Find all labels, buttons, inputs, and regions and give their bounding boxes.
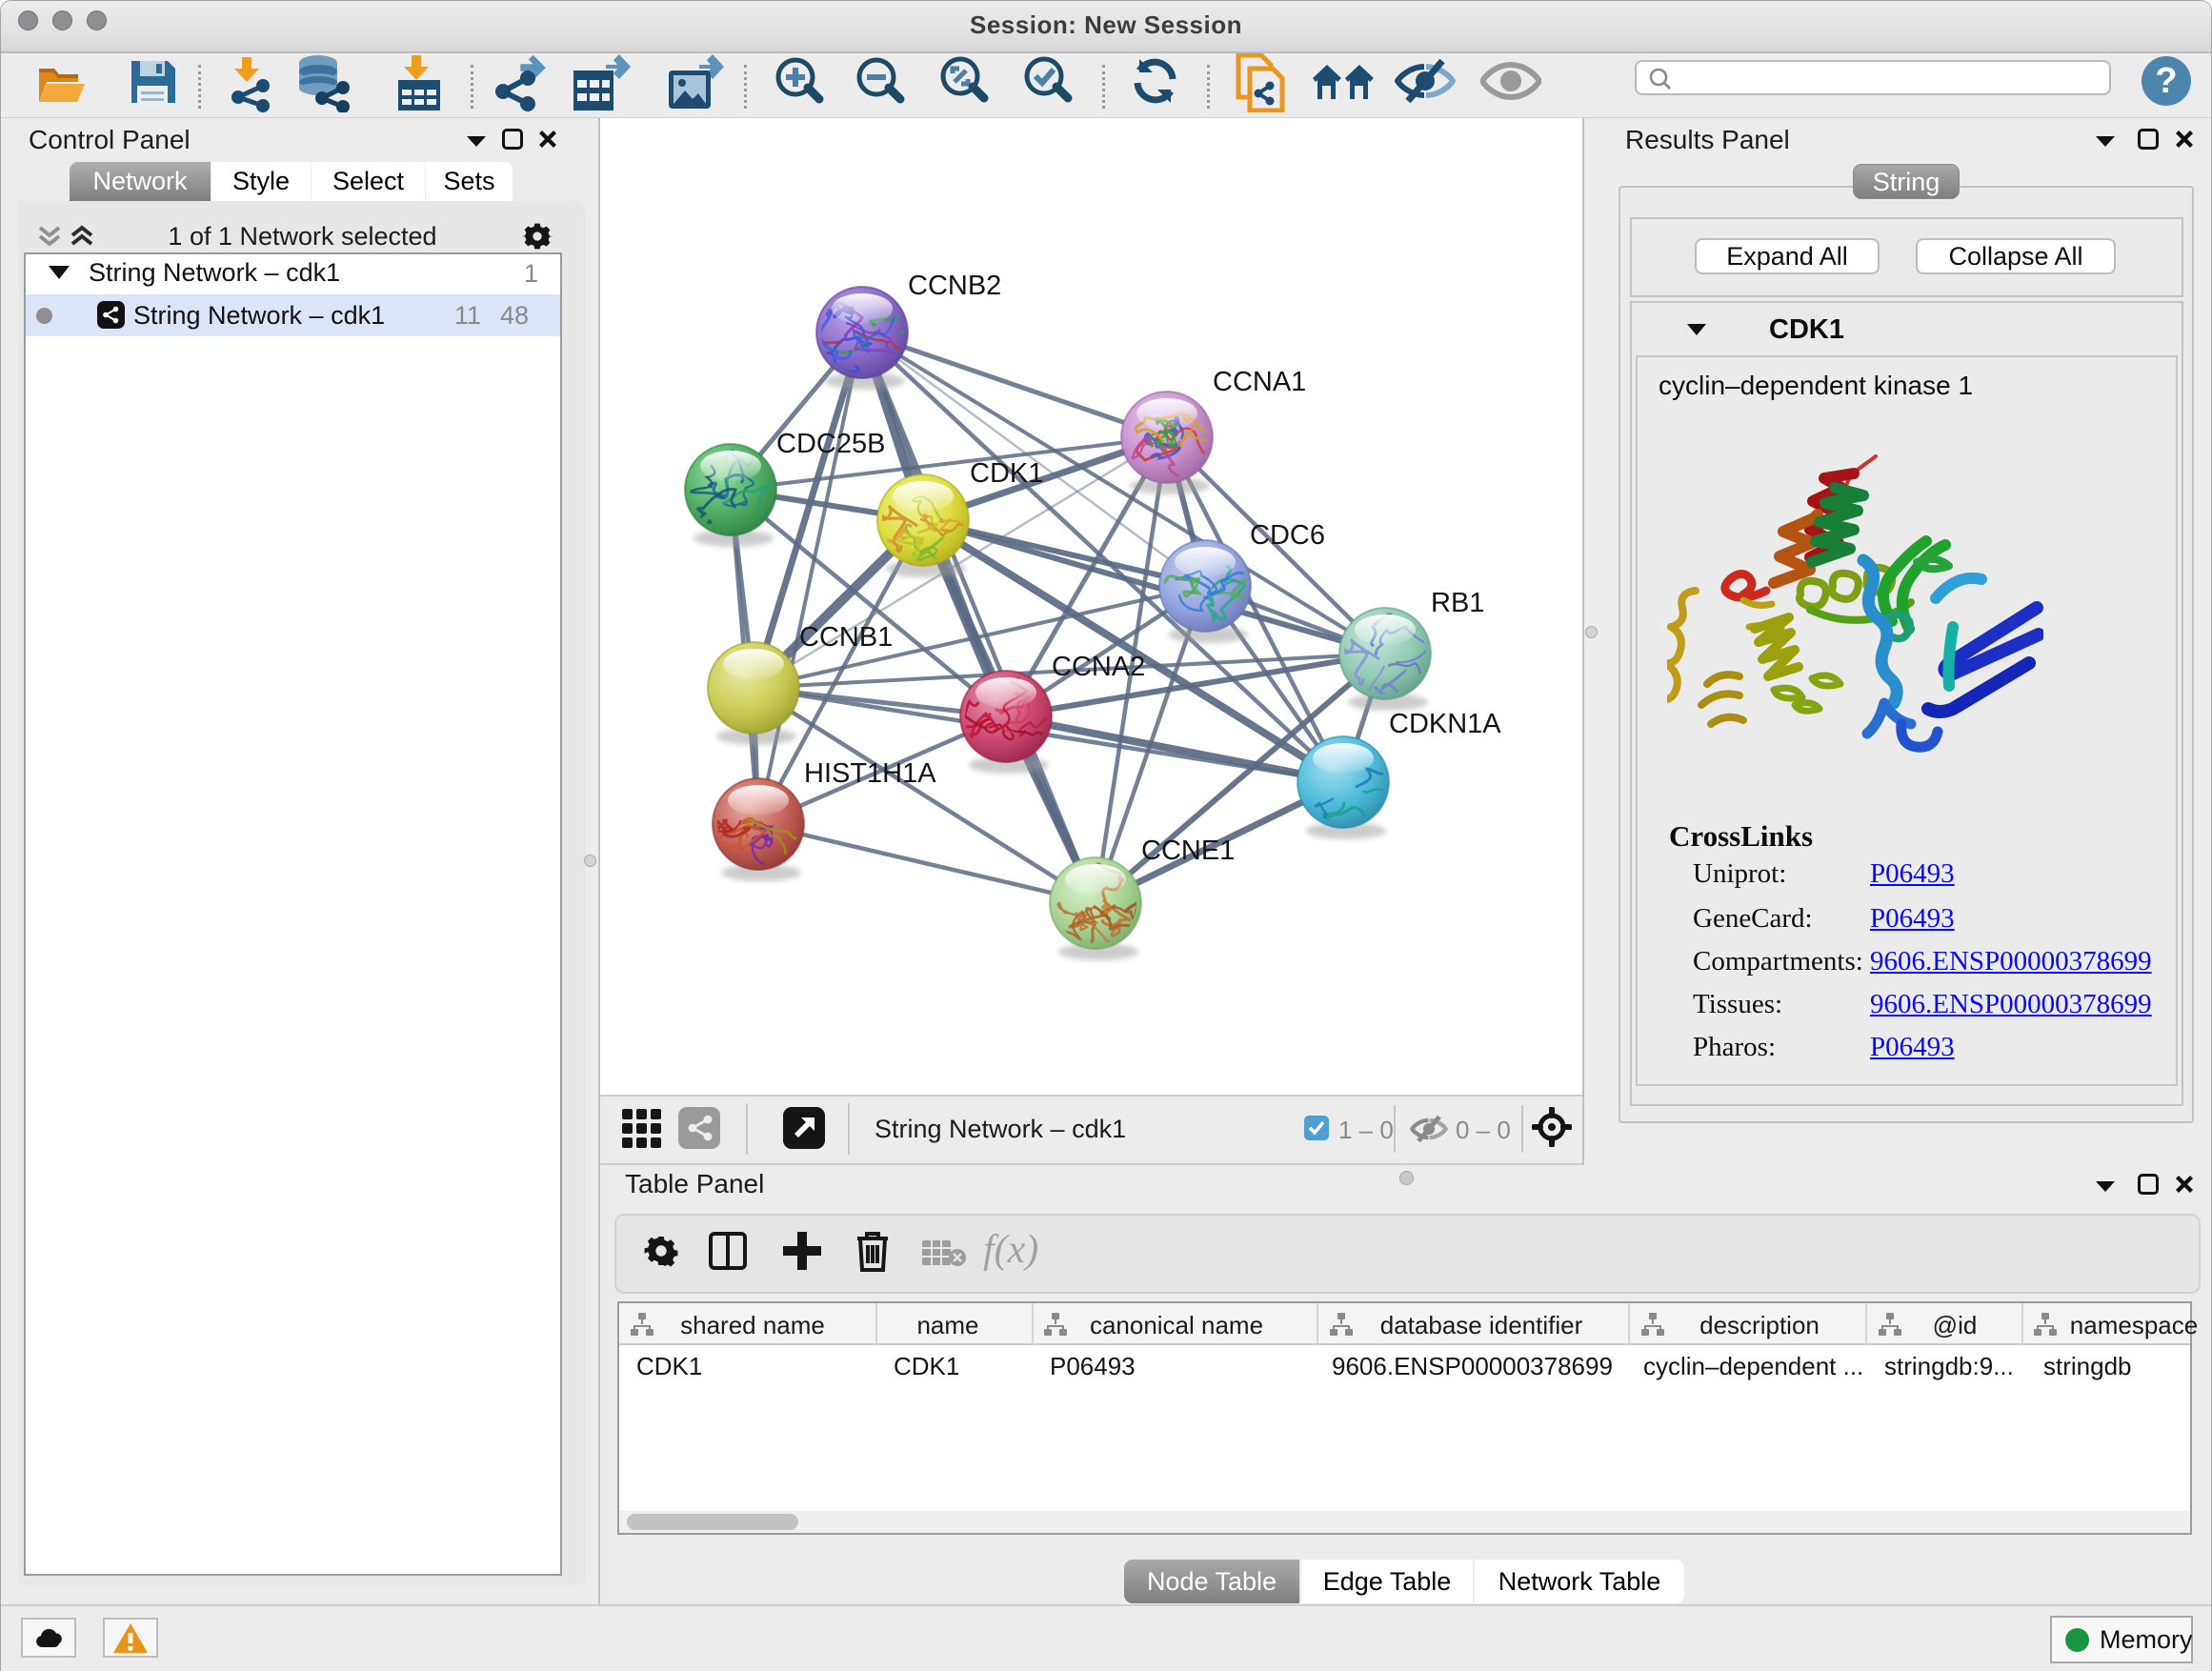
svg-text:CCNA1: CCNA1 — [1213, 367, 1306, 397]
svg-text:CCNE1: CCNE1 — [1141, 836, 1235, 866]
svg-text:CDC25B: CDC25B — [776, 429, 885, 459]
svg-text:CCNB1: CCNB1 — [799, 622, 893, 653]
svg-text:CDKN1A: CDKN1A — [1389, 709, 1501, 739]
svg-text:CCNB2: CCNB2 — [908, 271, 1001, 301]
svg-text:CDC6: CDC6 — [1250, 520, 1325, 551]
svg-text:CDK1: CDK1 — [970, 458, 1043, 489]
svg-text:HIST1H1A: HIST1H1A — [804, 758, 936, 789]
svg-text:RB1: RB1 — [1431, 588, 1484, 618]
svg-text:CCNA2: CCNA2 — [1052, 652, 1145, 682]
